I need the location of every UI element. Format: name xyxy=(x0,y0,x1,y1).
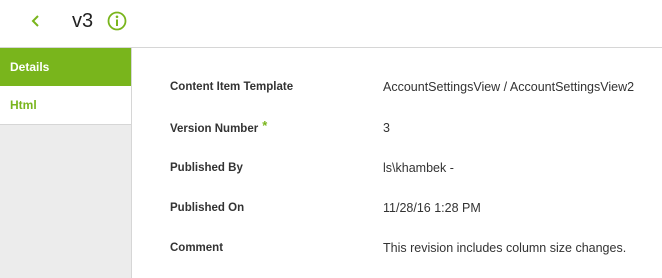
field-value: AccountSettingsView / AccountSettingsVie… xyxy=(383,80,635,94)
tab-html[interactable]: Html xyxy=(0,86,131,125)
field-value: 3 xyxy=(383,121,390,135)
field-value: ls\khambek - xyxy=(383,161,454,175)
field-label: Version Number xyxy=(170,123,259,135)
field-row-version-number: Version Number * 3 xyxy=(170,118,650,138)
field-row-published-on: Published On 11/28/16 1:28 PM xyxy=(170,198,650,218)
field-row-comment: Comment This revision includes column si… xyxy=(170,238,650,258)
info-circle-icon xyxy=(107,11,127,31)
field-row-content-item-template: Content Item Template AccountSettingsVie… xyxy=(170,77,650,97)
page-title: v3 xyxy=(72,10,94,32)
field-value: This revision includes column size chang… xyxy=(383,241,627,255)
field-label: Published By xyxy=(170,162,243,174)
field-label: Content Item Template xyxy=(170,81,294,93)
sidebar: Details Html xyxy=(0,48,132,278)
field-label: Comment xyxy=(170,242,224,254)
field-value: 11/28/16 1:28 PM xyxy=(383,201,481,215)
page-header: v3 xyxy=(0,0,662,48)
field-label-wrapper: Version Number * xyxy=(170,118,267,139)
tab-details[interactable]: Details xyxy=(0,48,131,86)
info-button[interactable] xyxy=(107,11,127,31)
field-row-published-by: Published By ls\khambek - xyxy=(170,158,650,178)
required-marker: * xyxy=(262,118,268,133)
chevron-left-icon xyxy=(31,15,39,27)
back-button[interactable] xyxy=(24,8,48,34)
field-label: Published On xyxy=(170,202,245,214)
